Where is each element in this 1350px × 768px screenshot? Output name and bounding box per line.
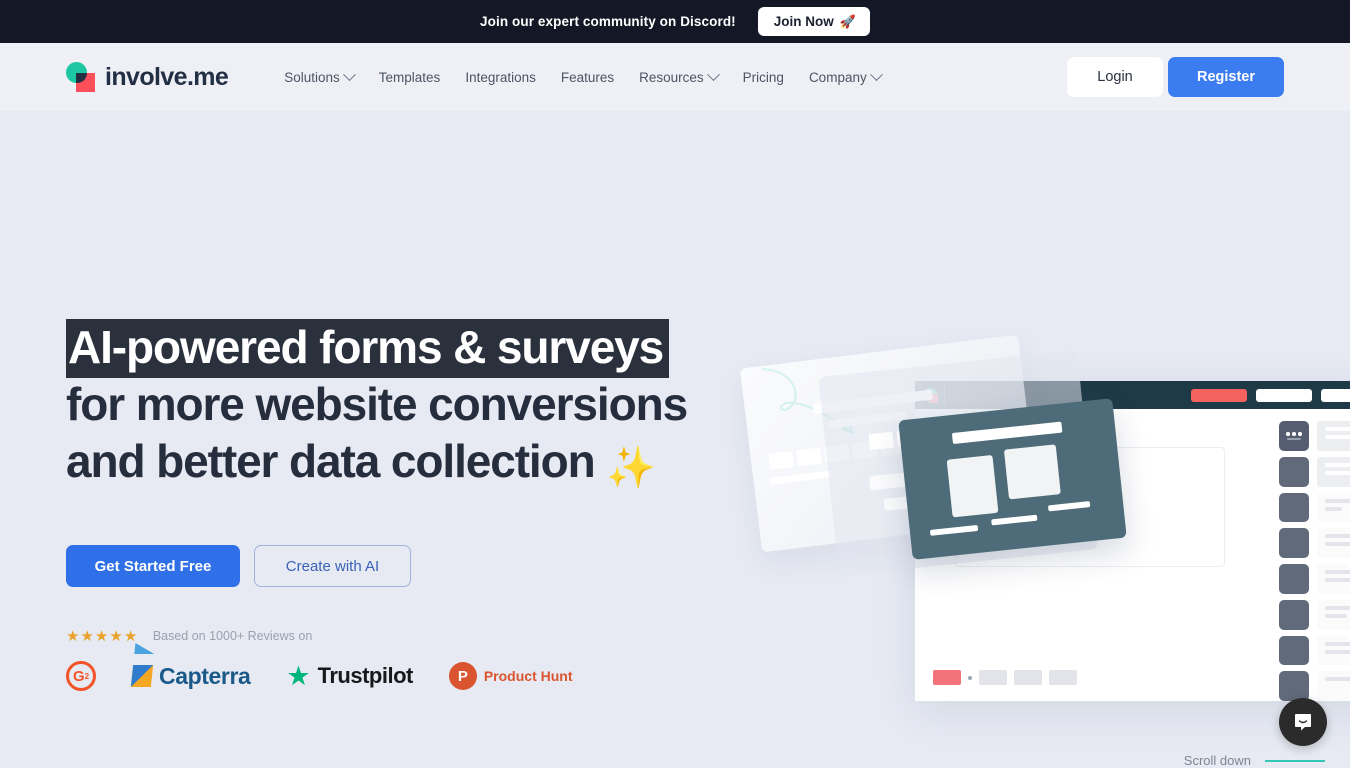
hero-illustration [739, 334, 1350, 751]
star-icon: ★ [94, 628, 109, 645]
swatch [1014, 670, 1042, 685]
capterra-icon [130, 665, 154, 687]
scroll-down-indicator: Scroll down [1184, 753, 1325, 768]
nav-label: Templates [378, 69, 441, 85]
nav-label: Pricing [742, 69, 784, 85]
nav-item-pricing[interactable]: Pricing [743, 70, 784, 85]
swatch [1049, 670, 1077, 685]
review-brand-logos: G2 Capterra ★ Trustpilot P Product Hunt [66, 661, 726, 691]
block-icon [1279, 671, 1309, 701]
rating-row: ★ ★ ★ ★ ★ Based on 1000+ Reviews on [66, 627, 726, 645]
nav-label: Features [560, 69, 615, 85]
block-icon [1279, 456, 1309, 487]
block-icon [1279, 635, 1309, 666]
nav-label: Company [808, 69, 867, 85]
block-icon [1279, 599, 1309, 630]
nav-label: Solutions [284, 69, 340, 85]
register-button[interactable]: Register [1168, 57, 1284, 97]
app-tertiary-button [1321, 388, 1350, 402]
nav-item-integrations[interactable]: Integrations [465, 70, 536, 85]
star-icon: ★ [80, 628, 94, 645]
intercom-chat-button[interactable] [1279, 698, 1327, 746]
chevron-down-icon [869, 67, 883, 81]
block-icon [1279, 564, 1309, 594]
logo-involveme[interactable]: involve.me [66, 62, 229, 92]
floating-card-front [898, 398, 1127, 560]
brand-logo-g2[interactable]: G2 [66, 661, 96, 691]
page-title: AI-powered forms & surveys for more webs… [66, 319, 726, 497]
chevron-down-icon [706, 67, 720, 81]
headline-line-2: for more website conversions [66, 378, 688, 430]
app-sidebar-icons [1275, 421, 1309, 701]
trustpilot-star-icon: ★ [286, 660, 311, 691]
login-button[interactable]: Login [1067, 57, 1163, 97]
list-item [1317, 564, 1350, 594]
star-icon: ★ [109, 628, 123, 645]
announcement-banner: Join our expert community on Discord! Jo… [0, 0, 1350, 43]
get-started-free-button[interactable]: Get Started Free [66, 545, 240, 587]
site-header: involve.me Solutions Templates Integrati… [0, 43, 1350, 111]
swatch [933, 670, 961, 685]
list-item [1317, 635, 1350, 666]
trustpilot-label: Trustpilot [317, 663, 414, 688]
brand-logo-product-hunt[interactable]: P Product Hunt [448, 662, 573, 690]
reviews-count-text: Based on 1000+ Reviews on [152, 629, 313, 643]
list-item [1317, 456, 1350, 487]
header-actions: Login Register [1067, 57, 1284, 97]
logo-text: involve.me [105, 62, 229, 91]
g2-icon: G2 [66, 661, 96, 691]
grid-icon [1279, 421, 1309, 451]
block-icon [1279, 528, 1309, 558]
swatch-dot [968, 675, 972, 680]
app-publish-button [1191, 388, 1247, 402]
app-sidebar [1275, 409, 1350, 701]
star-icon: ★ [66, 628, 80, 645]
logo-mark-icon [66, 62, 96, 92]
block-icon [1279, 492, 1309, 523]
app-sidebar-list [1317, 421, 1350, 701]
nav-item-templates[interactable]: Templates [379, 70, 441, 85]
hero-content: AI-powered forms & surveys for more webs… [66, 319, 726, 691]
product-hunt-icon: P [448, 662, 477, 690]
app-topbar-actions [1191, 388, 1350, 402]
swatch [979, 670, 1007, 685]
list-item [1317, 599, 1350, 630]
rocket-icon: 🚀 [839, 13, 856, 29]
headline-line-3: and better data collection [66, 435, 596, 487]
cta-row: Get Started Free Create with AI [66, 545, 726, 587]
join-now-button[interactable]: Join Now 🚀 [757, 6, 870, 37]
chevron-down-icon [342, 67, 356, 81]
capterra-label: Capterra [159, 662, 251, 689]
list-item [1317, 671, 1350, 701]
brand-logo-capterra[interactable]: Capterra [130, 662, 251, 690]
headline-highlight: AI-powered forms & surveys [66, 319, 670, 378]
sparkles-icon: ✨ [606, 446, 656, 490]
nav-label: Resources [639, 69, 704, 85]
list-item [1317, 492, 1350, 523]
nav-item-solutions[interactable]: Solutions [284, 67, 356, 85]
product-hunt-label: Product Hunt [483, 668, 573, 684]
app-swatch-row [933, 670, 1077, 685]
app-secondary-button [1256, 388, 1312, 402]
nav-label: Integrations [465, 69, 536, 85]
scroll-down-label: Scroll down [1183, 753, 1251, 768]
hero-section: AI-powered forms & surveys for more webs… [0, 111, 1350, 768]
scroll-down-line [1265, 759, 1325, 762]
intercom-chat-icon [1295, 714, 1311, 731]
list-item [1317, 421, 1350, 451]
nav-item-features[interactable]: Features [561, 70, 614, 85]
brand-logo-trustpilot[interactable]: ★ Trustpilot [286, 660, 414, 691]
star-rating: ★ ★ ★ ★ ★ [66, 627, 139, 645]
list-item [1317, 528, 1350, 558]
main-navigation: Solutions Templates Integrations Feature… [284, 67, 883, 85]
join-now-label: Join Now [773, 13, 834, 29]
nav-item-resources[interactable]: Resources [639, 67, 720, 85]
create-with-ai-button[interactable]: Create with AI [254, 545, 411, 587]
nav-item-company[interactable]: Company [808, 67, 883, 85]
announcement-text: Join our expert community on Discord! [480, 14, 736, 29]
